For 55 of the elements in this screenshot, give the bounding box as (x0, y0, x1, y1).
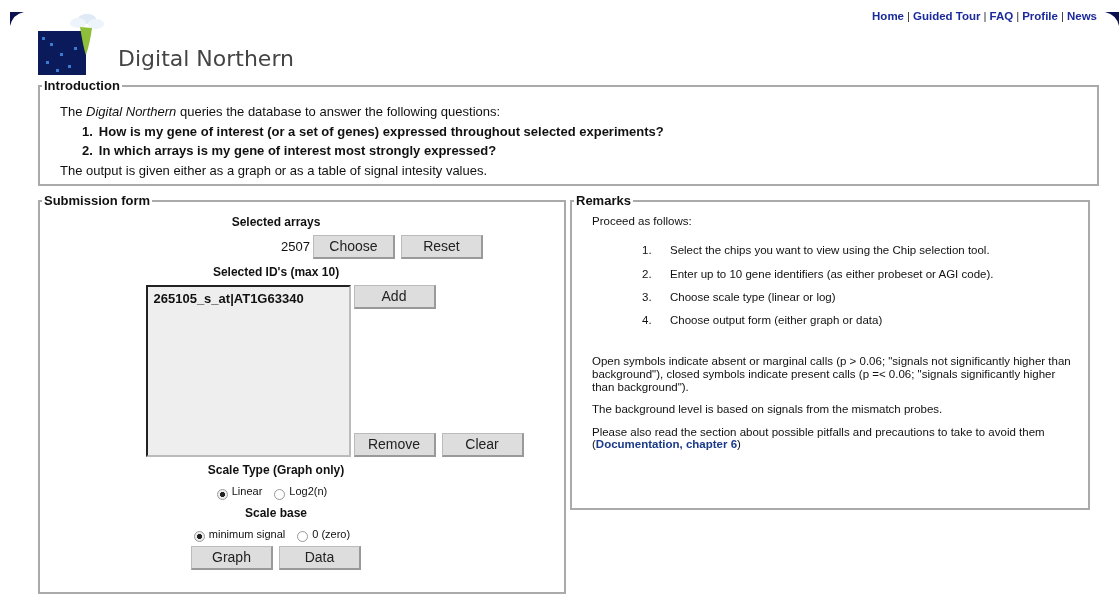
separator: | (1016, 10, 1020, 22)
field-label: Selected ID's (max 10) (212, 264, 340, 281)
nav-link[interactable]: FAQ (989, 10, 1014, 22)
step-number: 2. (642, 266, 653, 282)
site-title: Digital Northern (118, 45, 294, 73)
separator: | (983, 10, 987, 22)
radio-button[interactable] (297, 531, 309, 542)
step-number: 1. (642, 243, 653, 259)
section-legend: Remarks (574, 194, 633, 207)
field-label: Selected arrays (231, 214, 321, 231)
list-number: 2. (82, 142, 93, 160)
section-legend: Submission form (42, 194, 153, 207)
nav-link[interactable]: Guided Tour (913, 10, 981, 22)
field-label: Scale Type (Graph only) (207, 462, 345, 479)
logo-icon (38, 13, 106, 75)
array-button[interactable]: Choose (312, 235, 395, 259)
step-number: 3. (642, 289, 653, 305)
step-number: 4. (642, 313, 653, 328)
radio-button[interactable] (216, 488, 228, 500)
nav-link[interactable]: Home (872, 10, 904, 22)
step-text: Enter up to 10 gene identifiers (as either probeset or AGI code). (670, 266, 994, 282)
question-text: In which arrays is my gene of interest most strongly expressed? (98, 142, 497, 160)
intro-text: The Digital Northern queries the database to answer the following questions: (60, 103, 502, 121)
radio-label: minimum signal (208, 526, 286, 542)
remarks-text: Open symbols indicate absent or marginal calls (p > 0.06; "signals not significantly higher than background"), closed symbols indicate present calls (p =< 0.06; "signals significantly higher than background"). (592, 355, 1072, 394)
radio-label: Log2(n) (289, 484, 328, 499)
array-count: 2507 (281, 238, 310, 257)
field-label: Scale base (244, 504, 307, 522)
question-text: How is my gene of interest (or a set of genes) expressed throughout selected experiments? (98, 122, 664, 141)
remarks-text: Proceed as follows: (592, 214, 693, 229)
step-text: Choose output form (either graph or data) (670, 313, 883, 328)
output-button[interactable]: Graph (191, 546, 273, 570)
step-text: Choose scale type (linear or log) (670, 289, 836, 305)
add-button[interactable]: Add (353, 285, 436, 309)
nav-link[interactable]: Profile (1022, 10, 1058, 22)
remarks-text: The background level is based on signals from the mismatch probes. (592, 403, 944, 416)
step-text: Select the chips you want to view using the Chip selection tool. (670, 243, 990, 259)
radio-label: Linear (231, 484, 263, 499)
list-button[interactable]: Remove (353, 433, 436, 457)
list-number: 1. (82, 122, 93, 141)
radio-button[interactable] (193, 531, 205, 542)
section-legend: Introduction (42, 79, 122, 92)
corner-mark-icon (10, 11, 24, 26)
array-button[interactable]: Reset (400, 235, 483, 259)
list-item[interactable]: 265105_s_at|AT1G63340 (153, 289, 343, 309)
corner-mark-icon (1105, 11, 1119, 26)
list-button[interactable]: Clear (441, 433, 524, 457)
radio-button[interactable] (274, 488, 286, 500)
remarks-text: Please also read the section about possible pitfalls and precautions to take to avoid them (Documentation, chapter 6) (592, 425, 1046, 452)
separator: | (907, 10, 910, 22)
intro-text: The output is given either as a graph or as a table of signal intesity values. (60, 161, 489, 180)
separator: | (1060, 10, 1064, 22)
nav-link[interactable]: News (1066, 10, 1097, 22)
radio-label: 0 (zero) (312, 526, 351, 542)
output-button[interactable]: Data (279, 546, 361, 570)
